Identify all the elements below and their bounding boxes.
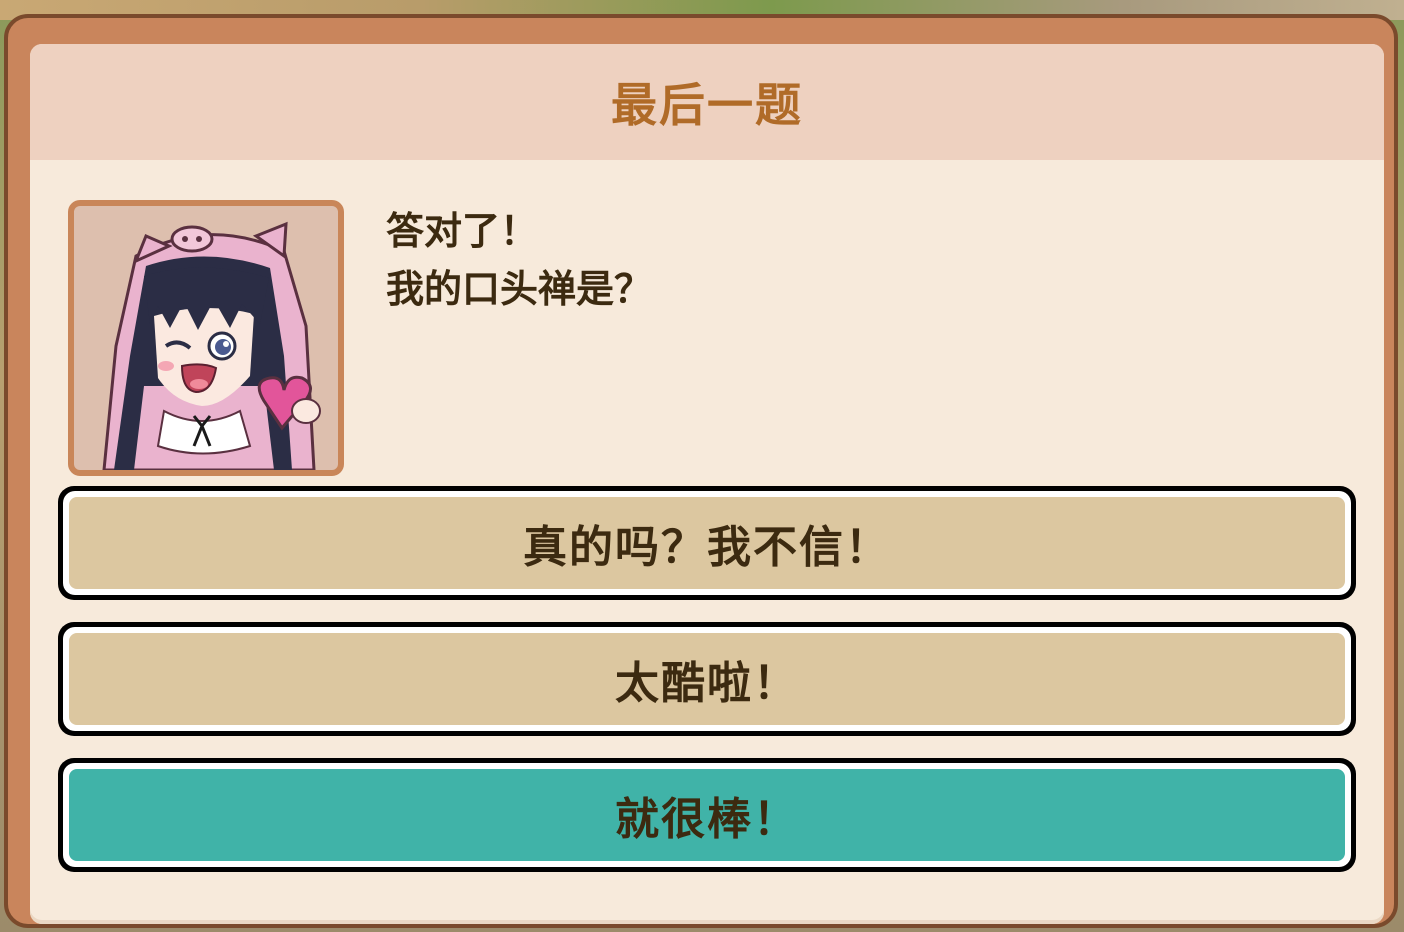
girl-portrait-icon xyxy=(102,221,321,470)
answer-choice-1-label: 真的吗？我不信！ xyxy=(69,497,1345,589)
dialog-line-1: 答对了！ xyxy=(386,209,539,253)
dialog-text: 答对了！ 我的口头禅是？ xyxy=(386,202,652,318)
answer-choice-2-label: 太酷啦！ xyxy=(69,633,1345,725)
answer-choice-3-selected[interactable]: 就很棒！ xyxy=(58,758,1356,872)
answer-choice-2[interactable]: 太酷啦！ xyxy=(58,622,1356,736)
dialog-title: 最后一题 xyxy=(611,78,803,132)
dialog-header: 最后一题 xyxy=(30,44,1384,160)
answer-choice-1[interactable]: 真的吗？我不信！ xyxy=(58,486,1356,600)
quiz-dialog-panel: 最后一题 答对了！ 我的口头禅是？ 真的吗？我不信！ 太酷啦！ 就很棒！ xyxy=(30,44,1384,924)
dialog-line-2: 我的口头禅是？ xyxy=(386,267,653,311)
answer-choice-3-label: 就很棒！ xyxy=(69,769,1345,861)
character-portrait xyxy=(68,200,344,476)
quiz-dialog-frame: 最后一题 答对了！ 我的口头禅是？ 真的吗？我不信！ 太酷啦！ 就很棒！ xyxy=(4,14,1398,928)
